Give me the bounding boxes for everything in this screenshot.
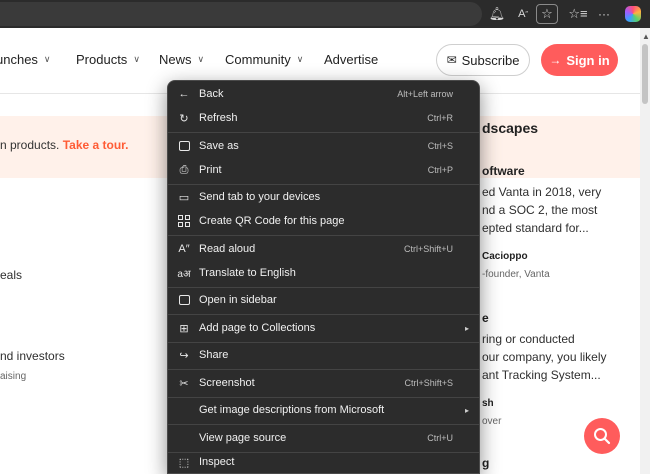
- devices-icon: ▭: [178, 191, 190, 204]
- sign-in-icon: →: [549, 53, 562, 67]
- refresh-icon: ↻: [179, 112, 189, 125]
- screenshot-icon: ✂: [179, 377, 189, 390]
- favorites-icon[interactable]: ☆≡: [568, 5, 587, 23]
- more-icon[interactable]: ···: [597, 5, 611, 23]
- menu-separator: [168, 287, 479, 288]
- chevron-right-icon: ▸: [464, 323, 469, 333]
- chevron-right-icon: ▸: [464, 405, 469, 415]
- menu-item-add-collections[interactable]: ⊞ Add page to Collections ▸: [168, 317, 479, 339]
- right-p-3: ant Tracking System...: [482, 368, 601, 382]
- left-text-3: aising: [0, 371, 27, 382]
- right-heading: dscapes: [482, 120, 539, 136]
- nav-item-community[interactable]: Community ∨: [225, 52, 303, 67]
- banner-text: n products. Take a tour.: [0, 138, 129, 152]
- menu-separator: [168, 424, 479, 425]
- nav-item-launches[interactable]: unches ∨: [0, 52, 51, 67]
- right-role-2: over: [482, 416, 502, 427]
- back-arrow-icon: ←: [178, 88, 190, 100]
- menu-item-print[interactable]: ⎙ Print Ctrl+P: [168, 159, 479, 181]
- menu-item-image-descriptions[interactable]: Get image descriptions from Microsoft ▸: [168, 399, 479, 421]
- menu-item-send-tab[interactable]: ▭ Send tab to your devices: [168, 186, 479, 208]
- subscribe-button[interactable]: ✉ Subscribe: [436, 44, 530, 76]
- bell-icon[interactable]: 🔔︎: [489, 5, 506, 23]
- right-author: Cacioppo: [482, 251, 528, 262]
- menu-separator: [168, 314, 479, 315]
- menu-item-view-source[interactable]: View page source Ctrl+U: [168, 427, 479, 449]
- sign-in-button[interactable]: → Sign in: [541, 44, 618, 76]
- scroll-up-icon[interactable]: ▲: [642, 32, 650, 41]
- nav-item-products[interactable]: Products ∨: [76, 52, 140, 67]
- menu-item-share[interactable]: ↪ Share: [168, 344, 479, 366]
- menu-item-qr-code[interactable]: Create QR Code for this page: [168, 210, 479, 232]
- right-desc-1: ed Vanta in 2018, very: [482, 185, 602, 199]
- menu-separator: [168, 397, 479, 398]
- take-tour-link[interactable]: Take a tour.: [63, 138, 129, 152]
- right-author-2: sh: [482, 398, 494, 409]
- right-p-1: ring or conducted: [482, 332, 575, 346]
- nav-item-news[interactable]: News ∨: [159, 52, 204, 67]
- menu-item-translate[interactable]: aअ Translate to English: [168, 262, 479, 284]
- left-text-1: eals: [0, 268, 23, 282]
- right-role: -founder, Vanta: [482, 269, 550, 280]
- chevron-down-icon: ∨: [197, 54, 205, 64]
- menu-separator: [168, 235, 479, 236]
- right-company: oftware: [482, 164, 525, 178]
- address-bar[interactable]: [0, 2, 482, 26]
- menu-item-back[interactable]: ← Back Alt+Left arrow: [168, 83, 479, 105]
- scrollbar-thumb[interactable]: [642, 44, 648, 104]
- right-heading-3: g: [482, 456, 490, 470]
- right-desc-3: epted standard for...: [482, 221, 589, 235]
- nav-item-advertise[interactable]: Advertise: [324, 52, 378, 67]
- search-icon: [594, 428, 611, 445]
- sidebar-icon: [177, 293, 191, 307]
- page-scrollbar[interactable]: ▲: [640, 28, 650, 474]
- browser-toolbar: 🔔︎ A ″ ☆ ☆≡ ···: [0, 0, 650, 28]
- qr-code-icon: [177, 214, 191, 228]
- inspect-icon: ⬚: [178, 456, 190, 469]
- menu-item-inspect[interactable]: ⬚ Inspect: [168, 451, 479, 473]
- chevron-down-icon: ∨: [296, 54, 304, 64]
- share-icon: ↪: [179, 349, 189, 362]
- menu-item-save-as[interactable]: Save as Ctrl+S: [168, 135, 479, 157]
- right-desc-2: nd a SOC 2, the most: [482, 203, 598, 217]
- print-icon: ⎙: [179, 163, 189, 176]
- envelope-icon: ✉: [446, 53, 457, 67]
- read-aloud-icon: A″: [178, 243, 190, 255]
- chevron-down-icon: ∨: [43, 54, 51, 64]
- right-p-2: our company, you likely: [482, 350, 607, 364]
- translate-icon: aअ: [177, 269, 191, 280]
- menu-separator: [168, 132, 479, 133]
- collections-icon: ⊞: [179, 322, 189, 335]
- menu-separator: [168, 369, 479, 370]
- menu-item-read-aloud[interactable]: A″ Read aloud Ctrl+Shift+U: [168, 238, 479, 260]
- chevron-down-icon: ∨: [133, 54, 140, 64]
- copilot-icon[interactable]: [624, 5, 642, 23]
- menu-item-refresh[interactable]: ↻ Refresh Ctrl+R: [168, 107, 479, 129]
- menu-item-open-sidebar[interactable]: Open in sidebar: [168, 289, 479, 311]
- save-icon: [177, 139, 191, 153]
- right-heading-2: e: [482, 311, 489, 325]
- menu-item-screenshot[interactable]: ✂ Screenshot Ctrl+Shift+S: [168, 372, 479, 394]
- menu-separator: [168, 342, 479, 343]
- left-text-2: nd investors: [0, 349, 65, 363]
- context-menu: ← Back Alt+Left arrow ↻ Refresh Ctrl+R S…: [167, 80, 480, 474]
- read-aloud-icon[interactable]: A ″: [514, 5, 532, 23]
- menu-separator: [168, 184, 479, 185]
- favorite-star-icon[interactable]: ☆: [536, 4, 558, 24]
- search-fab-button[interactable]: [584, 418, 620, 454]
